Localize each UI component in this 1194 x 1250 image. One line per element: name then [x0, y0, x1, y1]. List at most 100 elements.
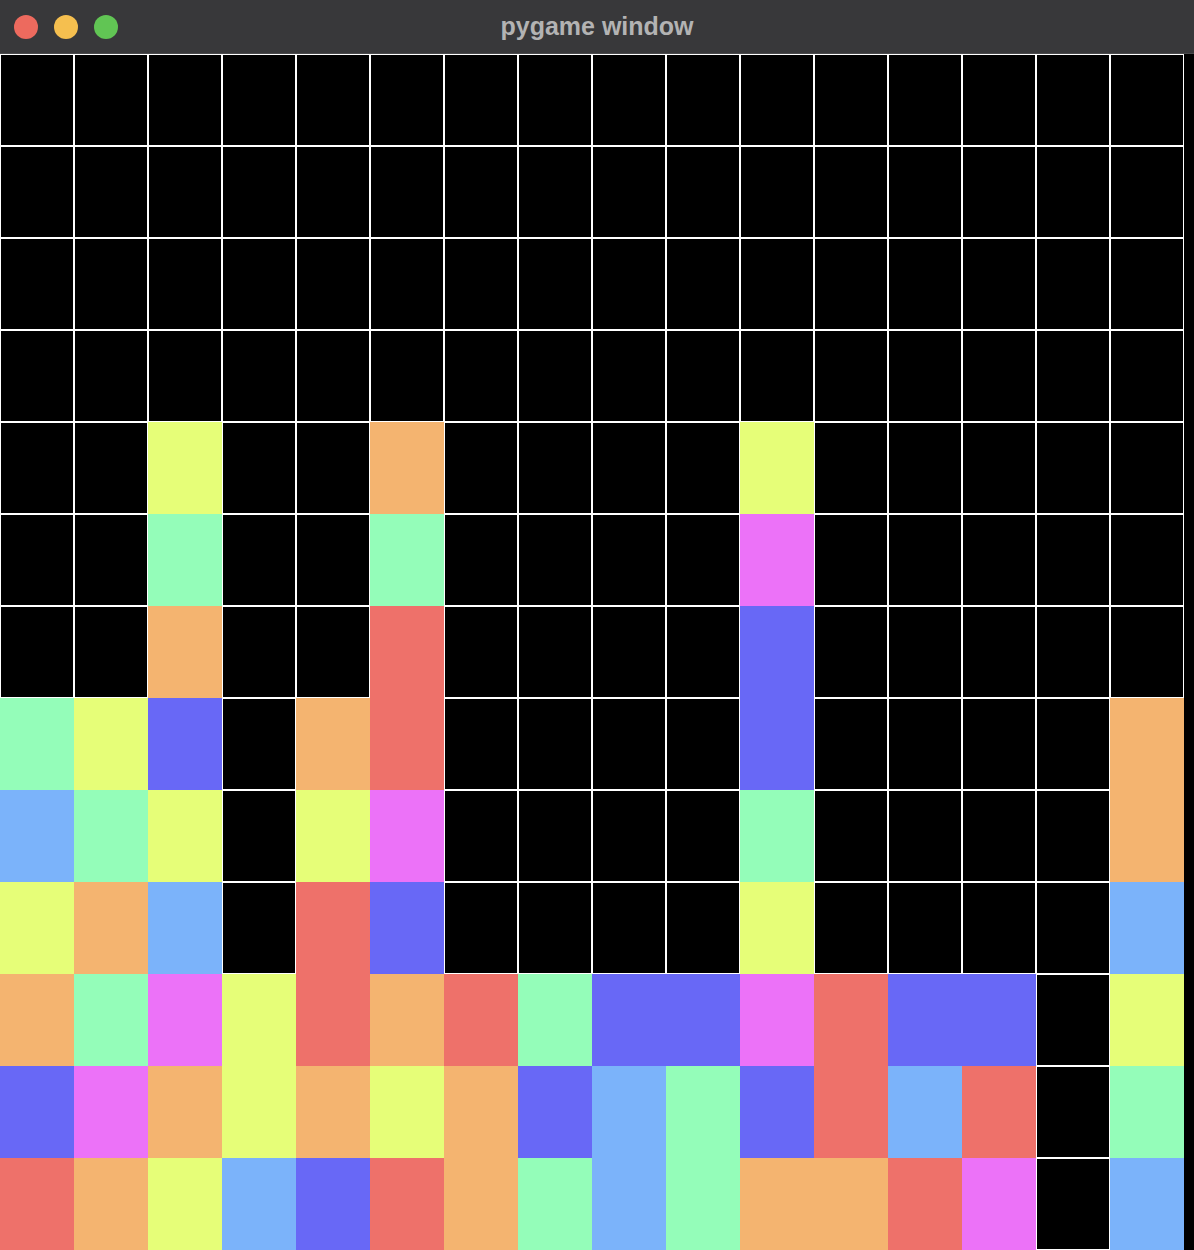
block-cell — [518, 1066, 592, 1158]
empty-cell — [74, 238, 148, 330]
block-cell — [0, 1158, 74, 1250]
block-cell — [148, 606, 222, 698]
block-cell — [740, 1158, 814, 1250]
block-cell — [148, 790, 222, 882]
block-cell — [296, 1158, 370, 1250]
block-cell — [296, 882, 370, 974]
block-cell — [74, 1066, 148, 1158]
empty-cell — [148, 330, 222, 422]
empty-cell — [666, 238, 740, 330]
empty-cell — [814, 882, 888, 974]
board-row — [0, 790, 1194, 882]
block-cell — [74, 698, 148, 790]
empty-cell — [962, 146, 1036, 238]
minimize-button[interactable] — [54, 15, 78, 39]
empty-cell — [74, 330, 148, 422]
empty-cell — [74, 146, 148, 238]
empty-cell — [370, 54, 444, 146]
window-controls — [14, 15, 118, 39]
empty-cell — [518, 146, 592, 238]
empty-cell — [0, 146, 74, 238]
empty-cell — [1110, 238, 1184, 330]
empty-cell — [1110, 54, 1184, 146]
empty-cell — [1036, 698, 1110, 790]
empty-cell — [888, 238, 962, 330]
block-cell — [0, 1066, 74, 1158]
empty-cell — [148, 238, 222, 330]
block-cell — [0, 974, 74, 1066]
empty-cell — [0, 238, 74, 330]
block-cell — [592, 1066, 666, 1158]
block-cell — [370, 1066, 444, 1158]
block-cell — [740, 882, 814, 974]
empty-cell — [740, 54, 814, 146]
empty-cell — [296, 330, 370, 422]
empty-cell — [814, 606, 888, 698]
block-cell — [740, 1066, 814, 1158]
block-cell — [444, 1066, 518, 1158]
empty-cell — [1110, 606, 1184, 698]
title-bar: pygame window — [0, 0, 1194, 54]
block-cell — [1110, 1158, 1184, 1250]
empty-cell — [592, 698, 666, 790]
block-cell — [740, 514, 814, 606]
block-cell — [592, 1158, 666, 1250]
block-cell — [74, 790, 148, 882]
empty-cell — [962, 422, 1036, 514]
block-cell — [148, 422, 222, 514]
board-row — [0, 1158, 1194, 1250]
empty-cell — [370, 146, 444, 238]
empty-cell — [962, 54, 1036, 146]
empty-cell — [740, 238, 814, 330]
empty-cell — [666, 698, 740, 790]
block-cell — [962, 1158, 1036, 1250]
block-cell — [1110, 882, 1184, 974]
empty-cell — [1036, 790, 1110, 882]
empty-cell — [814, 330, 888, 422]
close-button[interactable] — [14, 15, 38, 39]
board-row — [0, 330, 1194, 422]
block-cell — [370, 698, 444, 790]
empty-cell — [666, 146, 740, 238]
empty-cell — [962, 330, 1036, 422]
block-cell — [1110, 1066, 1184, 1158]
empty-cell — [0, 54, 74, 146]
board-row — [0, 146, 1194, 238]
empty-cell — [444, 882, 518, 974]
block-cell — [666, 1066, 740, 1158]
empty-cell — [148, 146, 222, 238]
board-row — [0, 514, 1194, 606]
empty-cell — [740, 146, 814, 238]
block-cell — [888, 1158, 962, 1250]
empty-cell — [444, 422, 518, 514]
empty-cell — [370, 238, 444, 330]
empty-cell — [1110, 422, 1184, 514]
empty-cell — [666, 606, 740, 698]
empty-cell — [222, 698, 296, 790]
empty-cell — [1036, 422, 1110, 514]
empty-cell — [1110, 514, 1184, 606]
board-row — [0, 54, 1194, 146]
empty-cell — [444, 238, 518, 330]
empty-cell — [222, 790, 296, 882]
block-cell — [444, 1158, 518, 1250]
empty-cell — [962, 790, 1036, 882]
empty-cell — [592, 790, 666, 882]
empty-cell — [666, 54, 740, 146]
block-cell — [740, 698, 814, 790]
empty-cell — [592, 882, 666, 974]
block-cell — [0, 698, 74, 790]
block-cell — [148, 1066, 222, 1158]
empty-cell — [222, 238, 296, 330]
empty-cell — [888, 882, 962, 974]
zoom-button[interactable] — [94, 15, 118, 39]
empty-cell — [888, 422, 962, 514]
empty-cell — [518, 790, 592, 882]
empty-cell — [0, 422, 74, 514]
empty-cell — [444, 330, 518, 422]
empty-cell — [592, 330, 666, 422]
empty-cell — [592, 606, 666, 698]
block-cell — [888, 1066, 962, 1158]
empty-cell — [296, 422, 370, 514]
block-cell — [1110, 974, 1184, 1066]
